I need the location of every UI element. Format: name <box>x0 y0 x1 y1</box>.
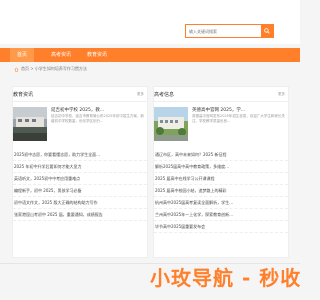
breadcrumb: 首页 > 小学生如何培养写作习惯方法 <box>14 65 87 73</box>
search-icon <box>264 28 270 34</box>
list-item[interactable]: 英语听文，2025初中中考应用重难点 <box>13 173 147 185</box>
featured-article[interactable]: 英德高中官网 2025，学... 英德高中官网发布2025年招生信息，欢迎广大学… <box>154 107 288 149</box>
featured-description: 延吉初中学校，延吉市教育局公布2025年初中招生方案，新增初中学校数量，优化学区… <box>51 114 144 123</box>
nav-item-home[interactable]: 首页 <box>10 48 34 62</box>
search-box <box>185 24 274 38</box>
list-item[interactable]: 2025 届高中校园小结，追梦路上的精彩 <box>154 185 288 197</box>
article-list: 通辽市区，高中未来如何？2025 新征程 解析2025届高中高中教育政策，多维度… <box>154 149 288 233</box>
list-item[interactable]: 通辽市区，高中未来如何？2025 新征程 <box>154 149 288 161</box>
article-thumbnail[interactable] <box>13 107 47 141</box>
featured-description: 英德高中官网发布2025年招生信息，欢迎广大学生和家长关注，学校教学质量优良..… <box>192 114 285 123</box>
article-thumbnail[interactable] <box>154 107 188 141</box>
list-item[interactable]: 解析2025届高中高中教育政策，多维度... <box>154 161 288 173</box>
panel-title: 高考信息 <box>154 92 175 98</box>
list-item[interactable]: 毕节高中2025届重要发布会 <box>154 221 288 233</box>
featured-article[interactable]: 延吉初中学校 2025，教... 延吉初中学校，延吉市教育局公布2025年初中招… <box>13 107 147 149</box>
home-icon <box>14 66 19 71</box>
header <box>0 0 300 44</box>
list-item[interactable]: 2025 年初中升学后要如何才能大显力 <box>13 161 147 173</box>
gaokao-info-panel: 高考信息 更多 英德高中官网 2025，学... 英德高中官网发布2025年招生… <box>153 86 289 258</box>
more-link[interactable]: 更多 <box>278 92 285 97</box>
panel-header: 高考信息 更多 <box>154 87 288 102</box>
divider <box>0 263 300 264</box>
main-nav: 首页 高考资讯 教育资讯 <box>0 48 300 62</box>
article-list: 2025初中志愿，你要看懂志愿，助力学生全面... 2025 年初中升学后要如何… <box>13 149 147 221</box>
education-news-panel: 教育资讯 更多 延吉初中学校 2025，教... 延吉初中学校，延吉市教育局公布… <box>12 86 148 258</box>
nav-item-gaokao[interactable]: 高考资讯 <box>46 48 76 62</box>
search-input[interactable] <box>189 26 244 36</box>
breadcrumb-text[interactable]: 首页 > 小学生如何培养写作习惯方法 <box>21 65 87 73</box>
panel-header: 教育资讯 更多 <box>13 87 147 102</box>
featured-title[interactable]: 延吉初中学校 2025，教... <box>51 107 145 113</box>
nav-item-education[interactable]: 教育资讯 <box>82 48 112 62</box>
list-item[interactable]: 2025 届高中在线学习公开课课程 <box>154 173 288 185</box>
list-item[interactable]: 编程新手，初中 2025，男孩学习必备 <box>13 185 147 197</box>
more-link[interactable]: 更多 <box>137 92 144 97</box>
list-item[interactable]: 杭州高中2025届高考复读全面解析，学生... <box>154 197 288 209</box>
featured-title[interactable]: 英德高中官网 2025，学... <box>192 107 286 113</box>
list-item[interactable]: 2025初中志愿，你要看懂志愿，助力学生全面... <box>13 149 147 161</box>
search-button[interactable] <box>261 25 273 37</box>
panel-title: 教育资讯 <box>13 92 34 98</box>
list-item[interactable]: 初中语文作文，2025 版大正确的结构助力写作 <box>13 197 147 209</box>
list-item[interactable]: 张家港昆山考初中 2025 届，重要通知，成绩报告 <box>13 209 147 221</box>
list-item[interactable]: 兰州高中2025年一上化学，探索教育创新... <box>154 209 288 221</box>
watermark: 小玫导航 - 秒收 <box>150 266 300 290</box>
